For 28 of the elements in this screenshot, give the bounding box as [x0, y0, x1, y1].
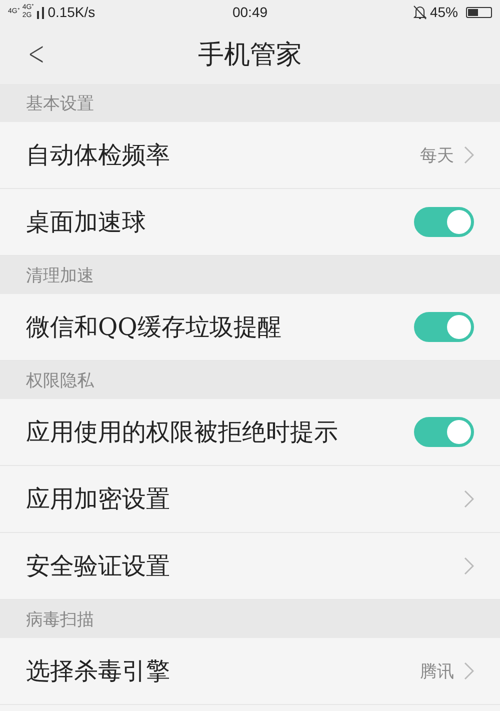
setting-label: 自动体检频率 — [26, 140, 170, 171]
signal-icon — [36, 5, 45, 19]
mute-bell-icon — [412, 4, 427, 20]
section-header: 病毒扫描 — [0, 600, 500, 638]
section-header: 权限隐私 — [0, 361, 500, 399]
setting-label: 应用加密设置 — [26, 484, 170, 515]
chevron-icon — [464, 557, 474, 575]
toggle-switch[interactable] — [414, 312, 474, 342]
setting-label: 选择杀毒引擎 — [26, 656, 170, 687]
setting-label: 应用使用的权限被拒绝时提示 — [26, 417, 338, 448]
page-title: 手机管家 — [198, 38, 302, 72]
setting-value: 腾讯 — [420, 660, 454, 682]
battery-percent: 45% — [430, 4, 458, 20]
chevron-icon — [464, 662, 474, 680]
chevron-icon — [464, 490, 474, 508]
setting-label: 微信和QQ缓存垃圾提醒 — [26, 312, 282, 343]
toggle-switch[interactable] — [414, 417, 474, 447]
network-speed: 0.15K/s — [48, 4, 96, 20]
battery-icon — [466, 6, 492, 18]
setting-value: 每天 — [420, 144, 454, 166]
clock: 00:49 — [232, 4, 268, 20]
chevron-icon — [464, 146, 474, 164]
setting-label: 桌面加速球 — [26, 207, 146, 238]
setting-label: 安全验证设置 — [26, 551, 170, 582]
toggle-switch[interactable] — [414, 207, 474, 237]
back-button[interactable]: < — [28, 34, 45, 74]
section-header: 基本设置 — [0, 84, 500, 122]
section-header: 清理加速 — [0, 256, 500, 294]
